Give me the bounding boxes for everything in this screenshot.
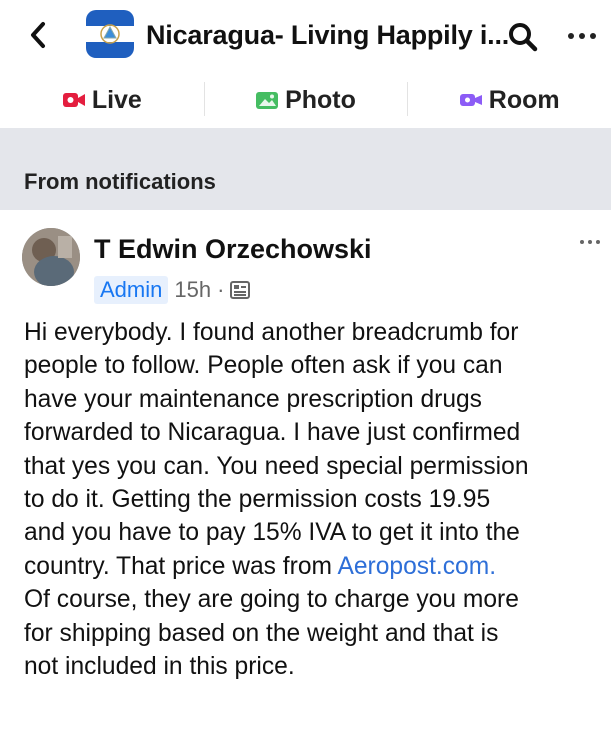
post-line: country. That price was from Aeropost.co… — [24, 550, 611, 583]
group-privacy-icon — [230, 281, 251, 299]
composer-actions: Live Photo Room — [0, 72, 611, 128]
post-line: have your maintenance prescription drugs — [24, 385, 482, 413]
search-icon — [509, 23, 538, 52]
room-label: Room — [488, 85, 560, 114]
nicaragua-flag-icon — [86, 10, 134, 58]
more-dot — [596, 240, 600, 244]
more-dot — [580, 240, 584, 244]
top-bar: Nicaragua- Living Happily i... — [0, 0, 611, 72]
photo-icon — [256, 92, 279, 109]
post-line: that yes you can. You need special permi… — [24, 452, 529, 480]
post-line: Of course, they are going to charge you … — [24, 586, 519, 614]
group-title[interactable]: Nicaragua- Living Happily i... — [146, 20, 509, 51]
post-line: forwarded to Nicaragua. I have just conf… — [24, 419, 521, 447]
author-photo — [22, 228, 80, 286]
photo-label: Photo — [285, 85, 356, 114]
live-video-icon — [62, 93, 85, 107]
room-button[interactable]: Room — [407, 72, 611, 128]
more-icon[interactable] — [562, 22, 602, 50]
aeropost-link[interactable]: Aeropost.com. — [337, 553, 496, 580]
room-icon — [459, 94, 482, 106]
post-meta: Admin 15h · — [94, 276, 251, 304]
author-name[interactable]: T Edwin Orzechowski — [94, 234, 372, 265]
post-line: to do it. Getting the permission costs 1… — [24, 486, 491, 514]
section-label: From notifications — [24, 169, 216, 194]
meta-separator: · — [217, 277, 225, 302]
notifications-section-header: From notifications — [0, 154, 611, 210]
more-dot — [568, 33, 574, 39]
chevron-left-icon — [31, 22, 45, 48]
post-line-text: country. That price was from — [24, 552, 338, 580]
post-text: Hi everybody. I found another breadcrumb… — [24, 316, 611, 683]
post-line: and you have to pay 15% IVA to get it in… — [24, 519, 520, 547]
photo-button[interactable]: Photo — [203, 72, 408, 128]
back-button[interactable] — [24, 18, 52, 52]
live-button[interactable]: Live — [0, 72, 204, 128]
more-dot — [590, 33, 596, 39]
post-line: people to follow. People often ask if yo… — [24, 352, 503, 380]
post-line: for shipping based on the weight and tha… — [24, 619, 499, 647]
admin-badge: Admin — [94, 276, 169, 304]
author-avatar[interactable] — [22, 228, 80, 286]
more-dot — [588, 240, 592, 244]
post-line: not included in this price. — [24, 653, 295, 681]
more-dot — [579, 33, 585, 39]
live-label: Live — [91, 85, 142, 114]
post-line: Hi everybody. I found another breadcrumb… — [24, 319, 519, 346]
group-avatar[interactable] — [86, 10, 134, 58]
post-time[interactable]: 15h — [174, 277, 211, 303]
search-button[interactable] — [506, 20, 540, 54]
post-options-icon[interactable] — [572, 236, 608, 248]
